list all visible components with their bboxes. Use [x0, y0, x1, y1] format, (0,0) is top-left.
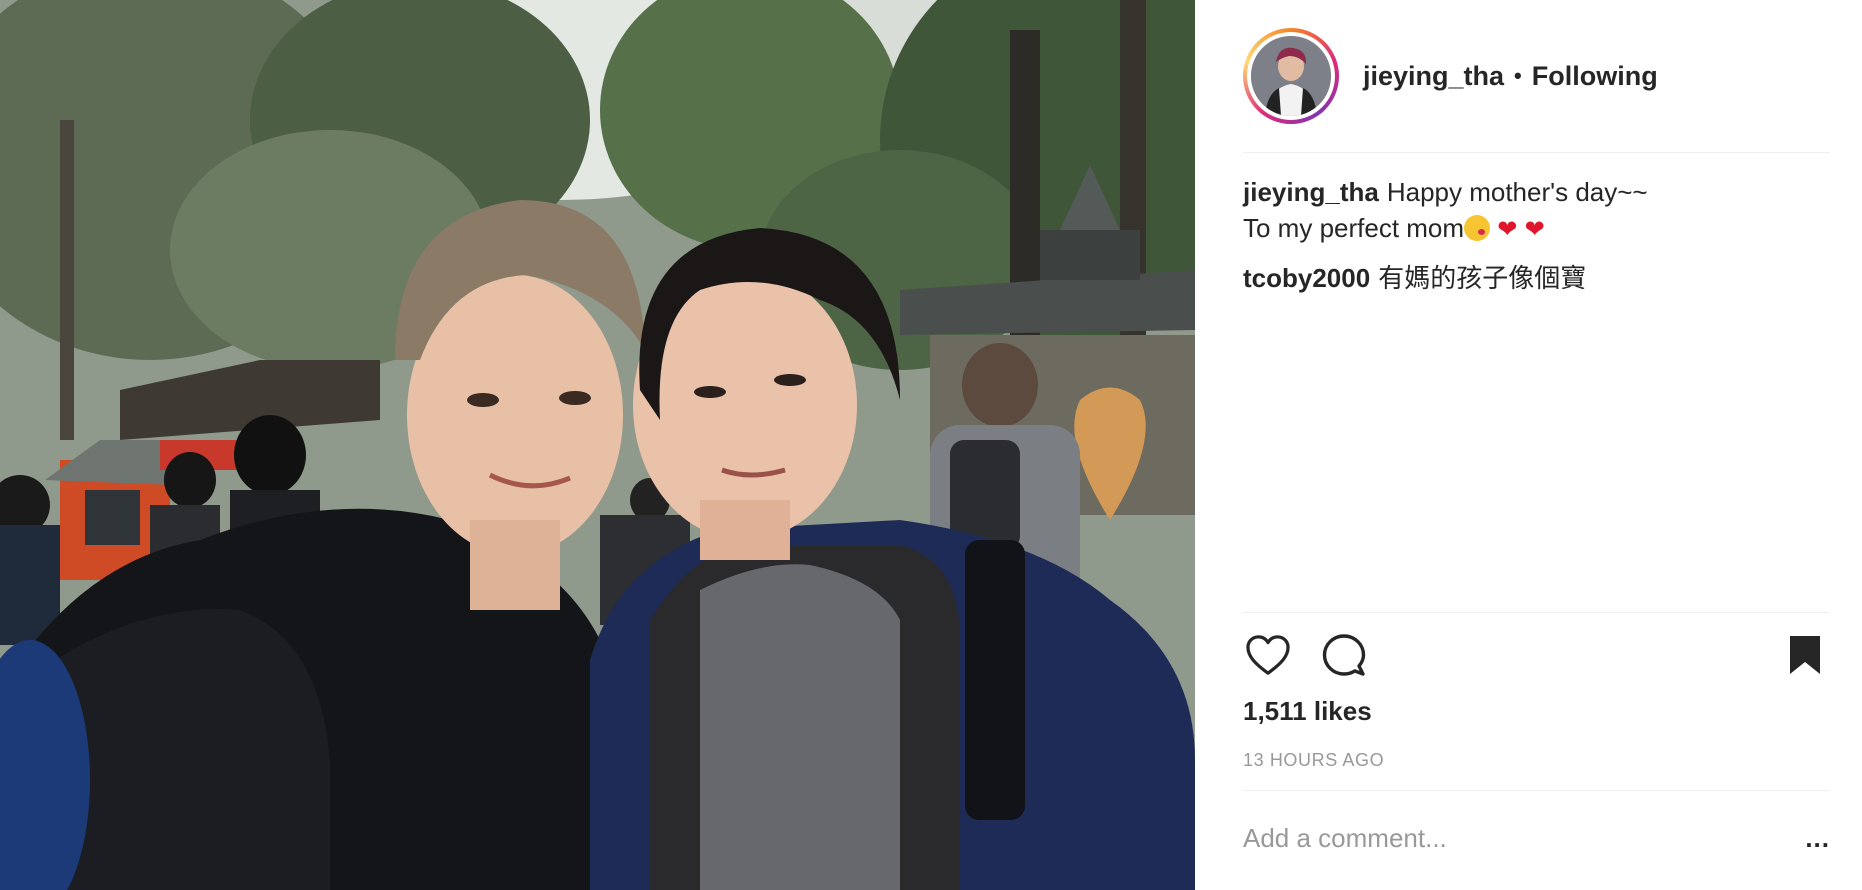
header-divider: [1243, 152, 1830, 153]
avatar[interactable]: [1251, 36, 1331, 116]
post-actions: [1243, 630, 1830, 680]
add-comment-bar: ...: [1243, 808, 1830, 868]
heart-outline-icon: [1246, 635, 1290, 675]
comments-list: jieying_tha Happy mother's day~~ To my pe…: [1243, 174, 1830, 308]
kissing-face-emoji-icon: [1464, 215, 1491, 241]
post-timestamp[interactable]: 13 HOURS AGO: [1243, 750, 1384, 771]
actions-divider: [1243, 612, 1830, 613]
instagram-post: jieying_tha • Following jieying_tha Happy…: [0, 0, 1862, 890]
more-options-button[interactable]: ...: [1790, 823, 1830, 854]
comment-username[interactable]: tcoby2000: [1243, 263, 1370, 293]
story-ring[interactable]: [1243, 28, 1339, 124]
red-heart-emoji-icon: ❤: [1524, 216, 1545, 243]
post-side-panel: jieying_tha • Following jieying_tha Happy…: [1195, 0, 1862, 890]
comment-button[interactable]: [1319, 630, 1369, 680]
like-count[interactable]: 1,511 likes: [1243, 696, 1372, 727]
ellipsis-icon: ...: [1805, 822, 1830, 853]
save-button[interactable]: [1780, 630, 1830, 680]
following-button[interactable]: Following: [1532, 61, 1658, 92]
separator-dot: •: [1514, 63, 1522, 88]
add-comment-input[interactable]: [1243, 822, 1790, 854]
avatar-border: [1247, 32, 1335, 120]
avatar-icon: [1251, 36, 1331, 116]
bookmark-icon: [1790, 636, 1820, 674]
username-link[interactable]: jieying_tha: [1363, 61, 1504, 92]
like-button[interactable]: [1243, 630, 1293, 680]
caption-line-2: To my perfect mom: [1243, 213, 1465, 243]
speech-bubble-icon: [1322, 634, 1366, 676]
comment-text: 有媽的孩子像個寶: [1378, 263, 1587, 293]
comment-username[interactable]: jieying_tha: [1243, 177, 1379, 207]
post-photo[interactable]: [0, 0, 1195, 890]
caption-line-1: Happy mother's day~~: [1386, 177, 1648, 207]
header-text: jieying_tha • Following: [1363, 61, 1658, 92]
comment: tcoby2000 有媽的孩子像個寶: [1243, 260, 1830, 296]
post-header: jieying_tha • Following: [1243, 24, 1830, 128]
caption-comment: jieying_tha Happy mother's day~~ To my pe…: [1243, 174, 1830, 248]
photo-illustration: [0, 0, 1195, 890]
red-heart-emoji-icon: ❤: [1497, 216, 1518, 243]
comment-divider: [1243, 790, 1830, 791]
